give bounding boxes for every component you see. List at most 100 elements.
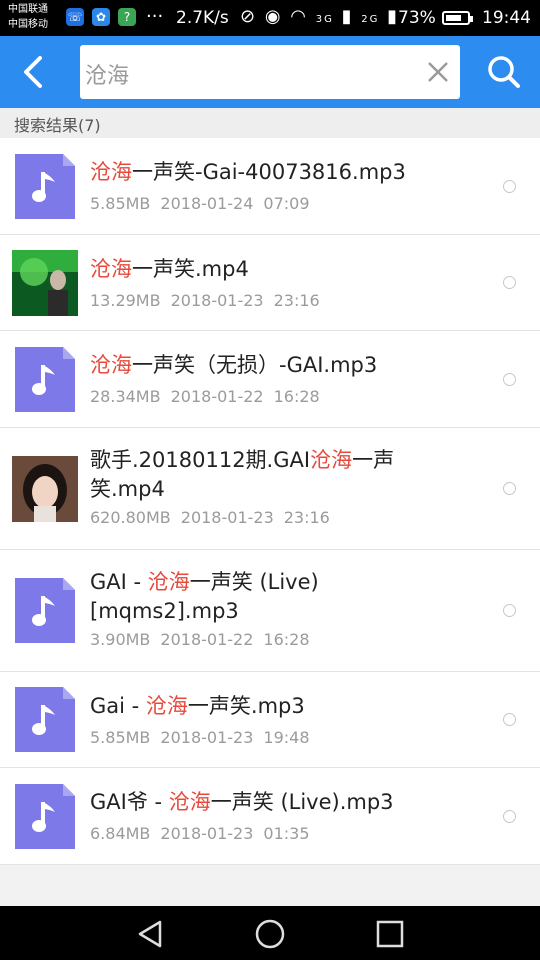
file-size: 5.85MB [90,728,151,747]
select-radio[interactable] [503,276,516,289]
file-thumbnail [15,578,75,643]
music-file-icon [15,154,75,219]
file-name-prefix: 歌手.20180112期.GAI [90,448,311,472]
select-radio[interactable] [503,373,516,386]
file-time: 01:35 [263,824,310,843]
file-name-highlight: 沧海 [145,694,188,718]
file-time: 23:16 [273,291,320,310]
close-icon[interactable] [424,58,452,86]
eye-icon: ◉ [264,6,283,27]
music-file-icon [15,347,75,412]
file-size: 13.29MB [90,291,161,310]
triangle-back-icon[interactable] [130,914,170,954]
results-count-label: 搜索结果(7) [14,116,101,135]
file-name: 歌手.20180112期.GAI沧海一声笑.mp4 [90,446,460,504]
file-name-prefix: Gai - [90,694,146,718]
file-size: 5.85MB [90,194,151,213]
wifi-icon: ◠ [290,6,308,27]
file-thumbnail [15,154,75,219]
file-name-suffix: 一声笑.mp3 [187,694,305,718]
result-row[interactable]: GAI爷 - 沧海一声笑 (Live).mp3 6.84MB 2018-01-23 0… [0,768,540,865]
result-row[interactable]: 沧海一声笑（无损）-GAI.mp3 28.34MB 2018-01-22 16:28 [0,331,540,428]
notification-app-icon: ☏ [66,8,84,26]
file-time: 16:28 [263,630,310,649]
carrier-labels: 中国联通 中国移动 [8,2,48,32]
file-thumbnail [15,784,75,849]
file-name-suffix: 一声笑.mp4 [132,257,249,281]
file-meta: 5.85MB 2018-01-24 07:09 [90,194,320,213]
file-name-suffix: 一声笑（无损）-GAI.mp3 [132,353,378,377]
file-name-prefix: GAI - [90,570,148,594]
status-icons: ⊘ ◉ ◠ 3G ▮ 2G ▮ [240,6,399,27]
select-radio[interactable] [503,482,516,495]
results-header: 搜索结果(7) [0,108,540,138]
music-file-icon [15,578,75,643]
file-name-suffix: 一声笑-Gai-40073816.mp3 [132,160,406,184]
video-thumbnail [12,456,78,522]
result-row[interactable]: 沧海一声笑.mp4 13.29MB 2018-01-23 23:16 [0,235,540,331]
search-button[interactable] [478,46,530,98]
back-button[interactable] [10,46,62,98]
file-size: 3.90MB [90,630,151,649]
file-meta: 28.34MB 2018-01-22 16:28 [90,387,330,406]
file-time: 16:28 [273,387,320,406]
file-name-highlight: 沧海 [147,570,190,594]
file-meta: 13.29MB 2018-01-23 23:16 [90,291,330,310]
file-name: 沧海一声笑（无损）-GAI.mp3 [90,351,460,380]
video-thumbnail [12,250,78,316]
result-row[interactable]: 沧海一声笑-Gai-40073816.mp3 5.85MB 2018-01-24 07… [0,138,540,235]
file-date: 2018-01-23 [170,291,264,310]
search-header: 沧海 [0,36,540,108]
file-name-highlight: 沧海 [310,448,353,472]
file-name: GAI爷 - 沧海一声笑 (Live).mp3 [90,788,460,817]
file-name-highlight: 沧海 [90,353,132,377]
battery-percent: 73% [398,8,436,28]
search-input[interactable]: 沧海 [80,45,460,99]
select-radio[interactable] [503,180,516,193]
file-time: 19:48 [263,728,310,747]
chevron-left-icon [24,56,42,88]
square-recent-icon[interactable] [370,914,410,954]
signal-3g-label: 3G [315,14,334,25]
file-size: 620.80MB [90,508,171,527]
file-size: 6.84MB [90,824,151,843]
search-query: 沧海 [85,64,130,89]
notification-app-icon: ✿ [92,8,110,26]
more-notifications-icon: ··· [146,6,164,27]
file-meta: 3.90MB 2018-01-22 16:28 [90,630,320,649]
file-name: GAI - 沧海一声笑 (Live)[mqms2].mp3 [90,568,460,626]
file-meta: 6.84MB 2018-01-23 01:35 [90,824,320,843]
file-date: 2018-01-22 [160,630,254,649]
carrier-2: 中国移动 [8,19,48,30]
result-row[interactable]: Gai - 沧海一声笑.mp3 5.85MB 2018-01-23 19:48 [0,672,540,768]
file-date: 2018-01-23 [180,508,274,527]
result-row[interactable]: 歌手.20180112期.GAI沧海一声笑.mp4 620.80MB 2018-01… [0,428,540,550]
mute-icon: ⊘ [240,6,258,27]
file-date: 2018-01-23 [160,824,254,843]
file-name-suffix: 一声笑 (Live).mp3 [210,790,394,814]
status-bar: 中国联通 中国移动 ☏ ✿ ? ··· 2.7K/s ⊘ ◉ ◠ 3G ▮ 2G… [0,0,540,36]
file-name-prefix: GAI爷 - [90,790,169,814]
select-radio[interactable] [503,810,516,823]
file-name: 沧海一声笑.mp4 [90,255,460,284]
file-time: 23:16 [283,508,330,527]
music-file-icon [15,784,75,849]
file-name-highlight: 沧海 [90,160,132,184]
file-name-highlight: 沧海 [168,790,211,814]
battery-icon [442,11,473,25]
file-date: 2018-01-23 [160,728,254,747]
search-icon [488,56,520,88]
select-radio[interactable] [503,713,516,726]
select-radio[interactable] [503,604,516,617]
notification-app-icon: ? [118,8,136,26]
result-list: 沧海一声笑-Gai-40073816.mp3 5.85MB 2018-01-24 07… [0,138,540,865]
file-meta: 620.80MB 2018-01-23 23:16 [90,508,340,527]
file-name-highlight: 沧海 [90,257,132,281]
signal-icon: ▮ [341,6,354,27]
circle-home-icon[interactable] [250,914,290,954]
file-date: 2018-01-22 [170,387,264,406]
result-row[interactable]: GAI - 沧海一声笑 (Live)[mqms2].mp3 3.90MB 2018-… [0,550,540,672]
file-thumbnail [15,347,75,412]
file-time: 07:09 [263,194,310,213]
music-file-icon [15,687,75,752]
